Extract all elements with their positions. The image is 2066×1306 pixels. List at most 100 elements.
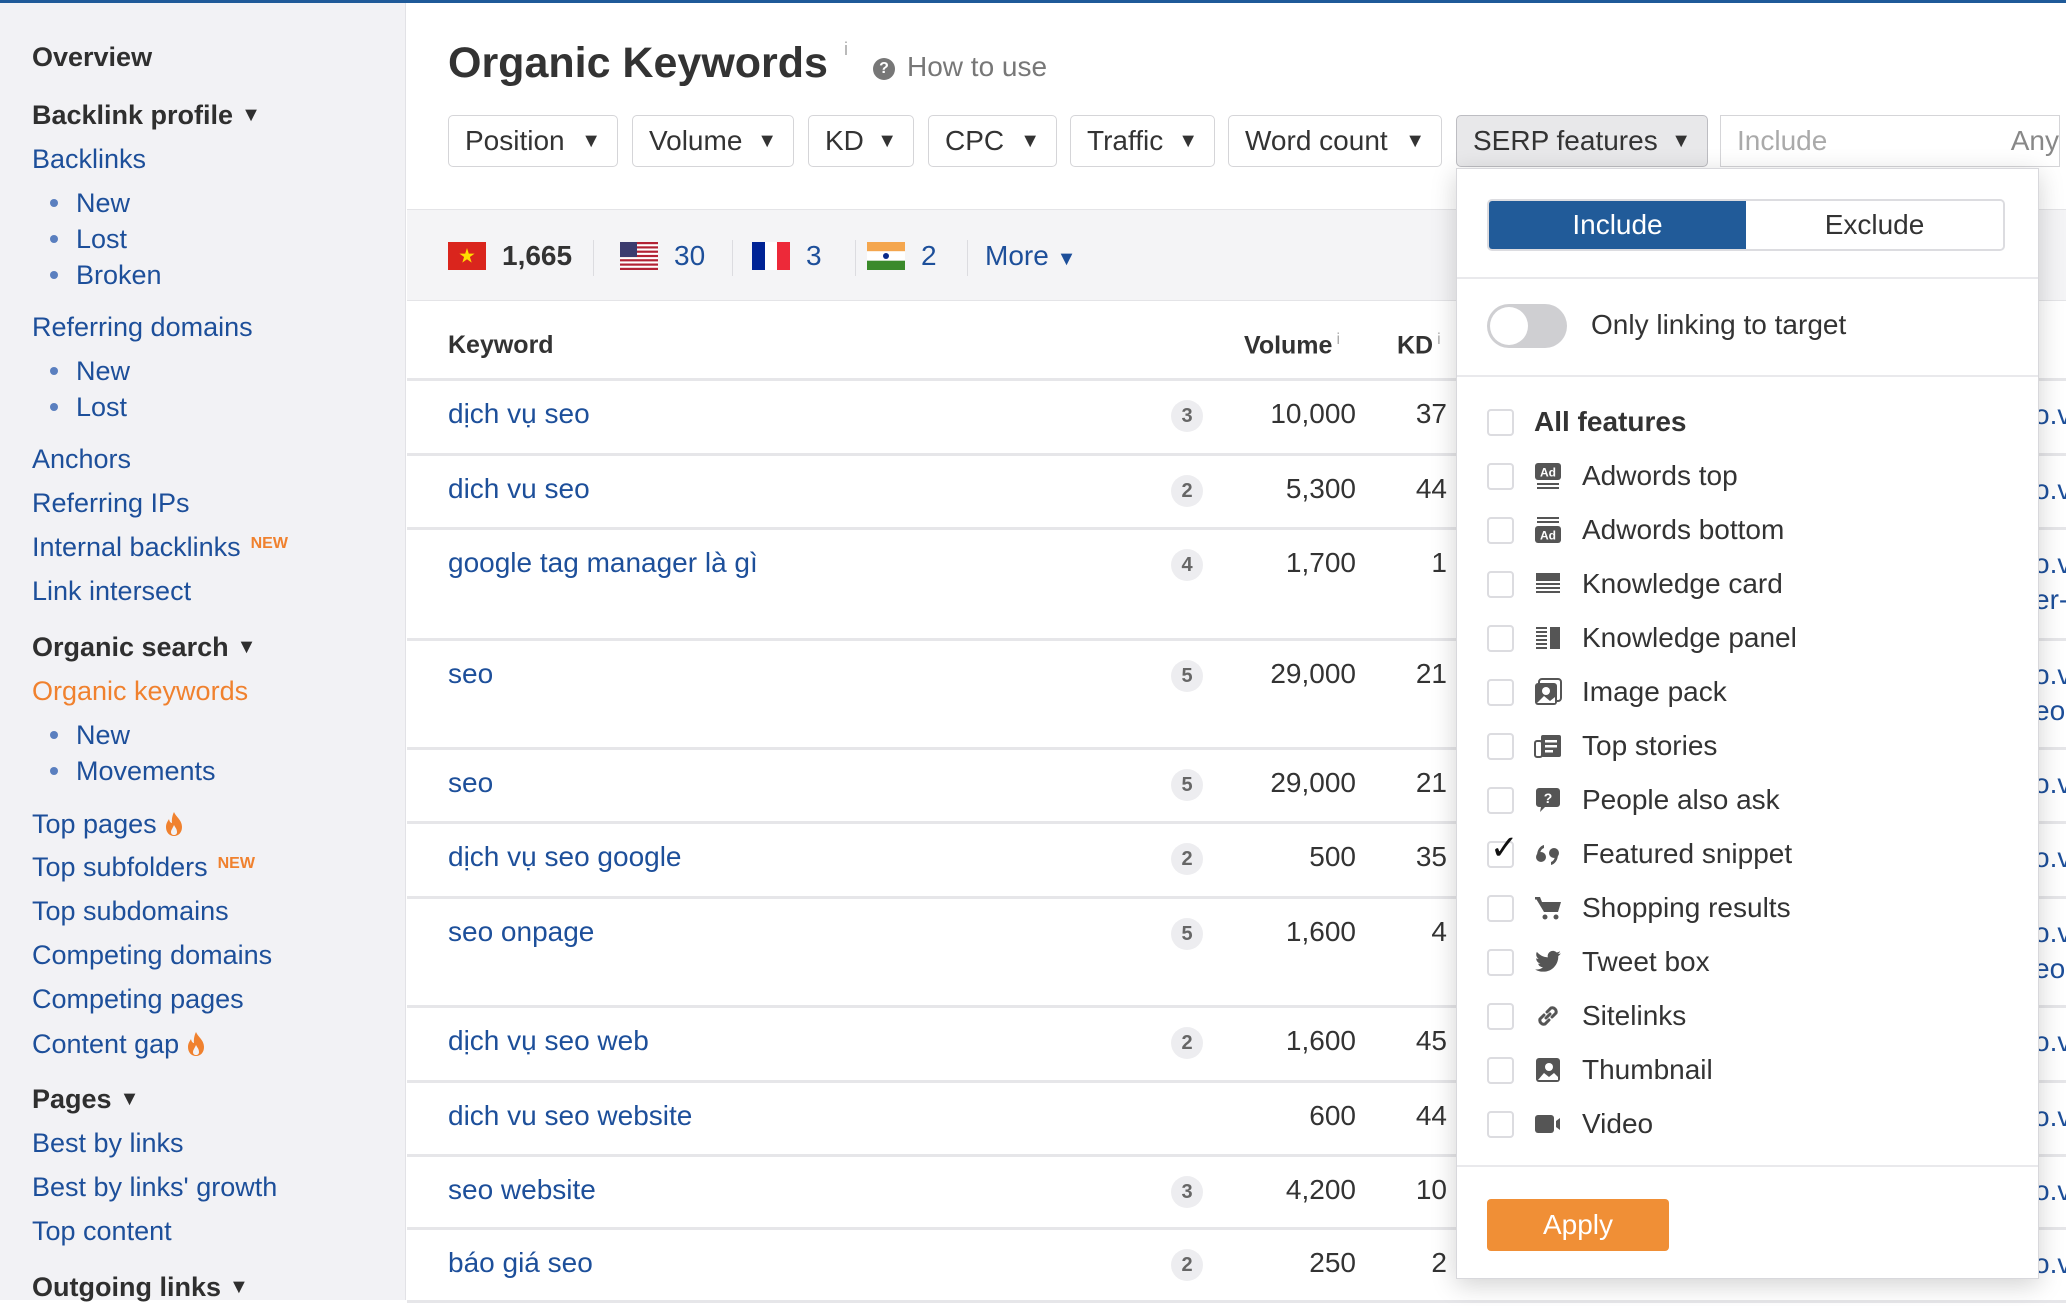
sidebar-item-organic-keywords-new[interactable]: New xyxy=(50,719,130,751)
exclude-tab[interactable]: Exclude xyxy=(1746,201,2003,249)
checkbox[interactable] xyxy=(1487,1002,1514,1030)
any-select[interactable]: Any xyxy=(2011,116,2059,166)
column-volume[interactable]: Volume i xyxy=(1244,331,1340,360)
position-filter[interactable]: Position ▼ xyxy=(448,115,618,167)
sidebar-section-pages[interactable]: Pages ▼ xyxy=(32,1083,139,1118)
sidebar-item-best-by-links[interactable]: Best by links xyxy=(32,1127,184,1159)
how-to-use-link[interactable]: ? How to use xyxy=(873,51,1047,83)
checkbox[interactable] xyxy=(1487,786,1514,814)
sidebar-item-internal-backlinks[interactable]: Internal backlinks NEW xyxy=(32,531,288,568)
serp-features-count-badge[interactable]: 2 xyxy=(1171,1027,1203,1059)
sidebar-item-backlinks-lost[interactable]: Lost xyxy=(50,223,127,255)
serp-features-count-badge[interactable]: 5 xyxy=(1171,660,1203,692)
sidebar-item-backlinks[interactable]: Backlinks xyxy=(32,143,146,175)
serp-features-count-badge[interactable]: 2 xyxy=(1171,1249,1203,1281)
keyword-link[interactable]: dịch vụ seo google xyxy=(448,841,682,873)
serp-feature-option[interactable]: Top stories xyxy=(1487,726,1717,766)
country-france[interactable]: 3 xyxy=(752,240,822,272)
sidebar-item-backlinks-new[interactable]: New xyxy=(50,187,130,219)
sidebar-item-referring-ips[interactable]: Referring IPs xyxy=(32,487,190,519)
sidebar-item-referring-domains[interactable]: Referring domains xyxy=(32,311,253,343)
kd-filter[interactable]: KD ▼ xyxy=(808,115,914,167)
sidebar-item-referring-domains-new[interactable]: New xyxy=(50,355,130,387)
sidebar-section-backlink-profile[interactable]: Backlink profile ▼ xyxy=(32,99,261,134)
sidebar-item-overview[interactable]: Overview xyxy=(32,41,152,73)
country-usa[interactable]: 30 xyxy=(620,240,705,272)
only-linking-toggle[interactable] xyxy=(1487,304,1567,348)
checkbox[interactable] xyxy=(1487,462,1514,490)
word-count-filter[interactable]: Word count ▼ xyxy=(1228,115,1442,167)
country-india[interactable]: 2 xyxy=(867,240,937,272)
serp-feature-option[interactable]: ? People also ask xyxy=(1487,780,1780,820)
keyword-link[interactable]: dịch vụ seo web xyxy=(448,1025,649,1057)
serp-feature-option[interactable]: Image pack xyxy=(1487,672,1727,712)
sidebar-item-top-subfolders[interactable]: Top subfolders NEW xyxy=(32,851,255,888)
checkbox[interactable] xyxy=(1487,732,1514,760)
checkbox[interactable] xyxy=(1487,678,1514,706)
info-icon[interactable]: i xyxy=(844,39,848,60)
info-icon[interactable]: i xyxy=(1437,331,1441,348)
keyword-link[interactable]: seo onpage xyxy=(448,916,594,948)
serp-feature-option[interactable]: Tweet box xyxy=(1487,942,1710,982)
checkbox[interactable] xyxy=(1487,624,1514,652)
keyword-link[interactable]: google tag manager là gì xyxy=(448,547,758,579)
checkbox[interactable] xyxy=(1487,1110,1514,1138)
country-vietnam[interactable]: 1,665 xyxy=(448,240,572,272)
sidebar-section-organic-search[interactable]: Organic search ▼ xyxy=(32,631,256,666)
info-icon[interactable]: i xyxy=(1336,331,1340,348)
serp-features-filter[interactable]: SERP features ▼ xyxy=(1456,115,1708,167)
keyword-link[interactable]: dich vu seo xyxy=(448,473,590,505)
serp-feature-option[interactable]: Ad Adwords bottom xyxy=(1487,510,1784,550)
sidebar-item-competing-domains[interactable]: Competing domains xyxy=(32,939,272,971)
sidebar-item-movements[interactable]: Movements xyxy=(50,755,216,787)
sidebar-item-competing-pages[interactable]: Competing pages xyxy=(32,983,244,1015)
traffic-filter[interactable]: Traffic ▼ xyxy=(1070,115,1215,167)
all-features-option[interactable]: All features xyxy=(1487,402,1687,442)
column-kd[interactable]: KD i xyxy=(1397,331,1441,360)
checkbox[interactable] xyxy=(1487,1056,1514,1084)
checkbox[interactable] xyxy=(1487,948,1514,976)
serp-feature-option[interactable]: Ad Adwords top xyxy=(1487,456,1738,496)
serp-feature-option[interactable]: Video xyxy=(1487,1104,1653,1144)
serp-features-count-badge[interactable]: 3 xyxy=(1171,400,1203,432)
keyword-link[interactable]: báo giá seo xyxy=(448,1247,593,1279)
sidebar-item-organic-keywords[interactable]: Organic keywords xyxy=(32,675,248,707)
include-keyword-input[interactable]: Include Any xyxy=(1720,115,2060,167)
sidebar-item-link-intersect[interactable]: Link intersect xyxy=(32,575,191,607)
sidebar-item-top-subdomains[interactable]: Top subdomains xyxy=(32,895,229,927)
keyword-link[interactable]: dịch vụ seo xyxy=(448,398,590,430)
checkbox[interactable] xyxy=(1487,570,1514,598)
checkbox[interactable]: ✓ xyxy=(1487,831,1519,868)
sidebar-section-outgoing-links[interactable]: Outgoing links ▼ xyxy=(32,1271,249,1306)
keyword-link[interactable]: dich vu seo website xyxy=(448,1100,692,1132)
sidebar-item-referring-domains-lost[interactable]: Lost xyxy=(50,391,127,423)
include-tab[interactable]: Include xyxy=(1489,201,1746,249)
sidebar-item-best-by-links-growth[interactable]: Best by links' growth xyxy=(32,1171,277,1203)
serp-features-count-badge[interactable]: 5 xyxy=(1171,769,1203,801)
more-countries-button[interactable]: More ▼ xyxy=(985,240,1076,272)
keyword-link[interactable]: seo xyxy=(448,658,493,690)
sidebar-item-top-pages[interactable]: Top pages xyxy=(32,807,185,840)
serp-features-count-badge[interactable]: 3 xyxy=(1171,1176,1203,1208)
volume-filter[interactable]: Volume ▼ xyxy=(632,115,794,167)
serp-feature-option[interactable]: ✓ Featured snippet xyxy=(1487,831,1792,874)
serp-feature-option[interactable]: Shopping results xyxy=(1487,888,1791,928)
serp-features-count-badge[interactable]: 2 xyxy=(1171,843,1203,875)
serp-features-count-badge[interactable]: 4 xyxy=(1171,549,1203,581)
checkbox[interactable] xyxy=(1487,408,1514,436)
sidebar-item-top-content[interactable]: Top content xyxy=(32,1215,172,1247)
serp-feature-option[interactable]: Thumbnail xyxy=(1487,1050,1713,1090)
sidebar-item-anchors[interactable]: Anchors xyxy=(32,443,131,475)
column-keyword[interactable]: Keyword xyxy=(448,331,554,360)
checkbox[interactable] xyxy=(1487,894,1514,922)
serp-feature-option[interactable]: Knowledge card xyxy=(1487,564,1783,604)
keyword-link[interactable]: seo website xyxy=(448,1174,596,1206)
cpc-filter[interactable]: CPC ▼ xyxy=(928,115,1057,167)
serp-feature-option[interactable]: Knowledge panel xyxy=(1487,618,1797,658)
sidebar-item-backlinks-broken[interactable]: Broken xyxy=(50,259,162,291)
apply-button[interactable]: Apply xyxy=(1487,1199,1669,1251)
sidebar-item-content-gap[interactable]: Content gap xyxy=(32,1027,207,1060)
serp-feature-option[interactable]: Sitelinks xyxy=(1487,996,1686,1036)
checkbox[interactable] xyxy=(1487,516,1514,544)
serp-features-count-badge[interactable]: 2 xyxy=(1171,475,1203,507)
